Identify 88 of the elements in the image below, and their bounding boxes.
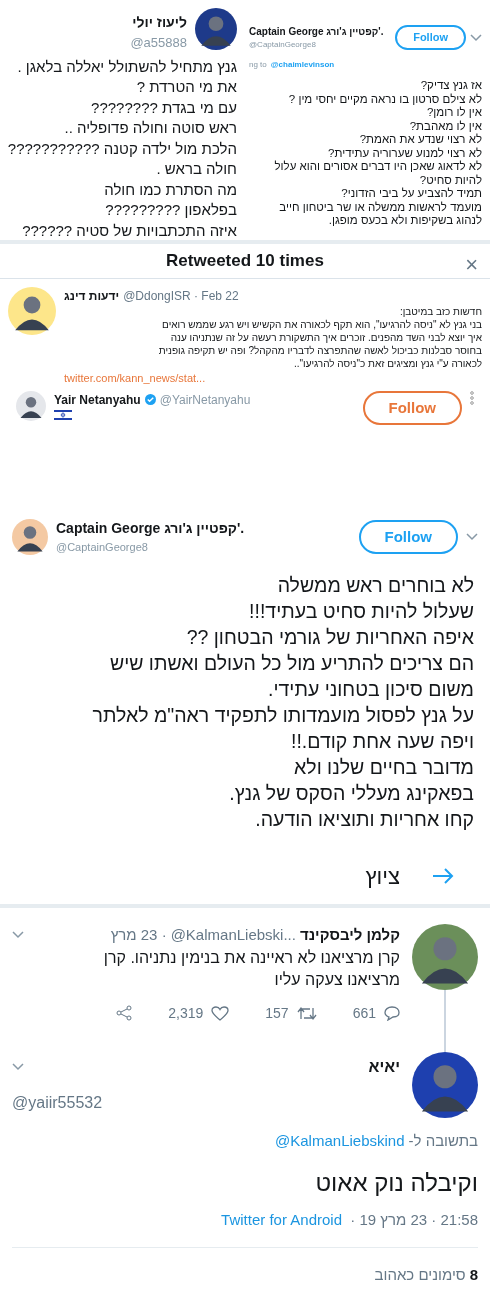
tweet-text-line: איזה התכתבויות של סטיה ?????? (21, 220, 237, 241)
tweet-text-line: להיות סחיט? (418, 173, 482, 187)
tweet-text-line: גנץ מתחיל להשתולל יאללה בלאגן . (16, 56, 237, 77)
tweet-text-line: לנהוג בשקיפות ולא בכעס מופגן. (327, 214, 482, 228)
user-name: קלמן ליבסקינד (299, 925, 400, 945)
tweet-text-line: עם מי בגדת ???????? (90, 97, 237, 118)
tweet-text-line: לא לדאוג שאכן היו דברים אסורים והוא עלול (273, 160, 482, 174)
tweet-text-line: לא רצוי למנוע שערוריה עתידית? (327, 146, 482, 160)
tweet-text-line: את מי הטרדת ? (135, 77, 237, 97)
tweet-text-line: לא רצוי שנדע את האמת? (358, 133, 482, 147)
avatar (8, 287, 56, 335)
avatar (412, 924, 478, 990)
user-handle: @a55888 (130, 34, 187, 52)
like-count: 2,319 (168, 1003, 204, 1023)
tweet-text-line: תמיד להצביע על ביבי הזדוני? (340, 187, 482, 201)
tweet-text-line: בפלאפון ????????? (104, 200, 237, 220)
user-name: ליעוז יולי (131, 13, 187, 32)
avatar (12, 518, 48, 555)
tweet-text-line: איך יוצא לבני השד מהפנים. זוכרים איך התשקורת רעשה על זה שנתניהו ענה (169, 331, 482, 344)
chevron-down-icon[interactable] (12, 1063, 24, 1071)
tweet-text-line: חדשות כזב במיטבן: (398, 305, 482, 318)
tweet-text-line: מרציאנו צעקה עליו (273, 969, 400, 990)
tweet-text-line: הלכת מול ילדה קטנה ??????????? (6, 138, 237, 159)
mention-link[interactable]: @KalmanLiebskind (275, 1130, 405, 1153)
user-name: יאיא (368, 1057, 400, 1077)
chevron-down-icon[interactable] (470, 33, 482, 42)
follow-button[interactable]: Follow (395, 25, 466, 50)
tweet-text-line: שעלול להיות סחיט בעתיד!!! (248, 598, 474, 624)
tweet-text-line: אין לו מאהבת? (408, 119, 482, 133)
chevron-down-icon[interactable] (466, 532, 478, 541)
arrow-right-icon[interactable] (432, 867, 454, 885)
avatar (412, 1052, 478, 1118)
tweet-text-line: ויפה שעה אחת קודם.!! (290, 728, 474, 754)
dialog-title: Retweeted 10 times (166, 250, 324, 273)
user-name: Captain George קפטיין ג'ורג'. (249, 25, 385, 39)
tweet-text-line: קרן מרציאנו לא ראיינה את בנימין נתניהו. קרן (102, 947, 400, 968)
user-handle: @KalmanLiebski... (170, 925, 296, 945)
source-link[interactable]: Twitter for Android (221, 1208, 342, 1231)
tweet-text-line: מדובר בחיים שלנו ולא (293, 754, 474, 780)
tweet-text-line: לא בוחרים ראש ממשלה (276, 572, 474, 598)
tweet-text-line: בחוסר סבלנות כביכול לאשה שהתפרצה לדבריו מהקהל? ופה יש תקיפה גופנית (157, 344, 482, 357)
tweet-text-line: בני גנץ לא "ניסה להרגיעו", הוא תקף לכאורה את הקשיש ויש רגע שממש רואים (161, 318, 482, 331)
replying-label: בתשובה ל- (408, 1131, 478, 1151)
follow-button[interactable]: Follow (362, 390, 462, 425)
avatar (16, 390, 46, 421)
tweet-text-line: מה הסתרת כמו חולה (103, 179, 237, 200)
avatar (195, 8, 237, 50)
likes-label: סימונים כאהוב (374, 1265, 466, 1285)
tweet-text-line: אין לו רומן? (425, 106, 482, 120)
retweet-icon[interactable] (296, 1005, 317, 1021)
heart-icon[interactable] (211, 1005, 230, 1021)
user-name: Captain George קפטיין ג'ורג'. (56, 519, 246, 538)
tweet-text-line: קחו אחריות ותוציאו הודעה. (254, 806, 474, 832)
reply-icon[interactable] (384, 1005, 400, 1021)
tweet-text-line: על גנץ לפסול מועמדותו לתפקיד ראה"מ לאלתר (91, 702, 474, 728)
tweet-text-line: חולה בראש . (155, 159, 237, 179)
follow-button[interactable]: Follow (358, 519, 458, 554)
user-handle: @CaptainGeorge8 (249, 39, 317, 51)
user-handle: @yaiir55532 (12, 1093, 104, 1113)
share-icon[interactable] (116, 1005, 133, 1021)
tweet-label: ציוץ (365, 862, 400, 891)
more-icon[interactable] (470, 390, 474, 405)
user-name: ידעות דינג (64, 288, 120, 305)
close-button[interactable]: × (465, 248, 478, 281)
tweet-text-line: הם צריכים להתריע מול כל העולם ואשתו שיש (108, 650, 474, 676)
reply-count: 661 (352, 1003, 376, 1023)
replying-label: ng to (249, 59, 267, 71)
like-count: 8 (469, 1265, 478, 1285)
user-handle: @YairNetanyahu (159, 391, 251, 409)
tweet-text-line: אז גנץ צדיק? (419, 79, 482, 93)
mention-link[interactable]: @chaimlevinson (270, 59, 335, 71)
tweet-text-line: לכאורה ע"י גנץ ומציגים זאת כ"ניסה להרגיעו".. (292, 357, 482, 370)
tweet-text-line: לא צילם סרטון בו נראה מקיים יחסי מין ? (287, 92, 482, 106)
tweet-text: וקיבלה נוק אאוט (314, 1167, 478, 1198)
tweet-date: · 23 מרץ (110, 925, 167, 945)
tweet-text-line: מועמד לראשות ממשלה או שר ביטחון חייב (278, 200, 482, 214)
chevron-down-icon[interactable] (12, 931, 24, 940)
user-handle: @DdongISR · Feb 22 (123, 288, 239, 305)
tweet-text-line: איפה האחריות של גורמי הבטחון ?? (185, 624, 474, 650)
user-name: Yair Netanyahu (54, 391, 141, 409)
tweet-text-line: בפאקינג מעללי הסקס של גנץ. (228, 780, 474, 806)
tweet-time: 21:58 · 23 מרץ 19 · (349, 1209, 478, 1230)
retweet-count: 157 (265, 1003, 289, 1023)
user-handle: @CaptainGeorge8 (56, 540, 149, 555)
flag-icon (54, 408, 72, 421)
tweet-link[interactable]: twitter.com/kann_news/stat... (64, 370, 482, 387)
tweet-text-line: ראש סוטה וחולה פדופליה .. (63, 118, 237, 138)
tweet-text-line: משום סיכון בטחוני עתידי. (267, 676, 474, 702)
